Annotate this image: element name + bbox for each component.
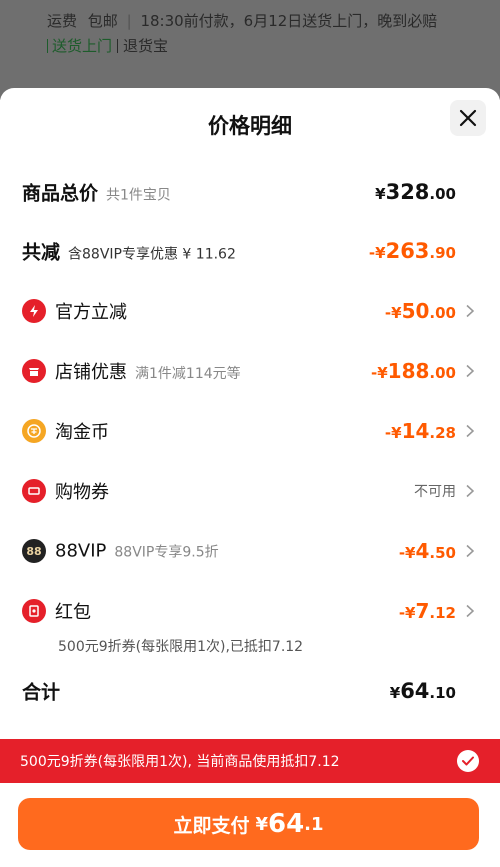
coupon-unavailable-text: 不可用 [414,484,456,500]
coin-icon [22,419,46,443]
discount-item-coupon[interactable]: 购物券 不可用 [0,471,500,511]
banner-text: 500元9折券(每张限用1次), 当前商品使用抵扣7.12 [20,754,340,770]
sum-amount: ¥64.10 [389,679,456,703]
item-label: 红包 [55,602,91,623]
item-count: 共1件宝贝 [106,187,171,204]
vip-discount-note: 含88VIP专享优惠 ¥ 11.62 [68,246,236,263]
coupon-icon [22,479,46,503]
red-packet-note: 500元9折券(每张限用1次),已抵扣7.12 [58,639,304,655]
divider: | [126,12,132,30]
total-discount-amount: -¥263.90 [368,239,456,263]
discount-item-shop[interactable]: 店铺优惠 满1件减114元等 -¥188.00 [0,351,500,391]
divider [117,39,119,53]
total-price-label: 商品总价 [22,182,99,205]
sum-row: 合计 ¥64.10 [0,671,500,711]
sum-label: 合计 [22,681,61,704]
pay-label: 立即支付 [173,814,250,837]
total-price-row: 商品总价 共1件宝贝 ¥328.00 [0,172,500,212]
delivery-promise-text: 18:30前付款，6月12日送货上门，晚到必赔 [140,12,438,30]
item-label: 官方立减 [55,302,127,323]
close-button[interactable] [450,100,486,136]
item-label: 购物券 [55,482,109,503]
item-amount: -¥4.50 [398,539,456,563]
free-shipping-text: 包邮 [87,12,118,30]
sheet-title: 价格明细 [208,114,292,138]
chevron-right-icon [466,484,474,498]
total-discount-row: 共减 含88VIP专享优惠 ¥ 11.62 -¥263.90 [0,231,500,271]
item-sub: 88VIP专享9.5折 [114,544,219,561]
item-amount: -¥50.00 [384,299,456,323]
shop-icon [22,359,46,383]
item-label: 88VIP [55,540,107,562]
discount-item-88vip[interactable]: 88 88VIP 88VIP专享9.5折 -¥4.50 [0,531,500,571]
pay-amount-dec: .1 [304,813,324,835]
red-packet-banner[interactable]: 500元9折券(每张限用1次), 当前商品使用抵扣7.12 [0,739,500,783]
background-page: 运费 包邮 | 18:30前付款，6月12日送货上门，晚到必赔 送货上门 退货宝 [0,0,500,100]
item-sub: 满1件减114元等 [135,366,241,382]
pay-amount-int: 64 [267,809,305,839]
return-insurance-tag: 退货宝 [123,37,169,55]
item-amount: -¥7.12 [398,599,456,623]
shipping-info-line: 运费 包邮 | 18:30前付款，6月12日送货上门，晚到必赔 [47,10,437,31]
discount-item-official[interactable]: 官方立减 -¥50.00 [0,291,500,331]
item-amount: -¥188.00 [371,359,456,383]
pay-currency: ¥ [255,813,268,835]
total-discount-label: 共减 [22,241,61,264]
vip88-icon: 88 [22,539,46,563]
chevron-right-icon [466,604,474,618]
item-amount: -¥14.28 [384,419,456,443]
service-tags-line: 送货上门 退货宝 [47,35,168,56]
pay-now-button[interactable]: 立即支付 ¥ 64 .1 [18,798,479,850]
door-delivery-tag: 送货上门 [52,37,113,55]
check-circle-icon[interactable] [457,750,479,772]
discount-item-coin[interactable]: 淘金币 -¥14.28 [0,411,500,451]
chevron-right-icon [466,304,474,318]
chevron-right-icon [466,424,474,438]
item-label: 淘金币 [55,422,109,443]
close-icon [459,109,477,127]
shipping-label: 运费 [47,12,78,30]
item-label: 店铺优惠 [55,362,127,383]
total-price-amount: ¥328.00 [375,180,456,204]
red-packet-icon [22,599,46,623]
divider [47,39,48,53]
lightning-icon [22,299,46,323]
discount-item-red-packet[interactable]: 红包 -¥7.12 [0,591,500,631]
chevron-right-icon [466,364,474,378]
chevron-right-icon [466,544,474,558]
